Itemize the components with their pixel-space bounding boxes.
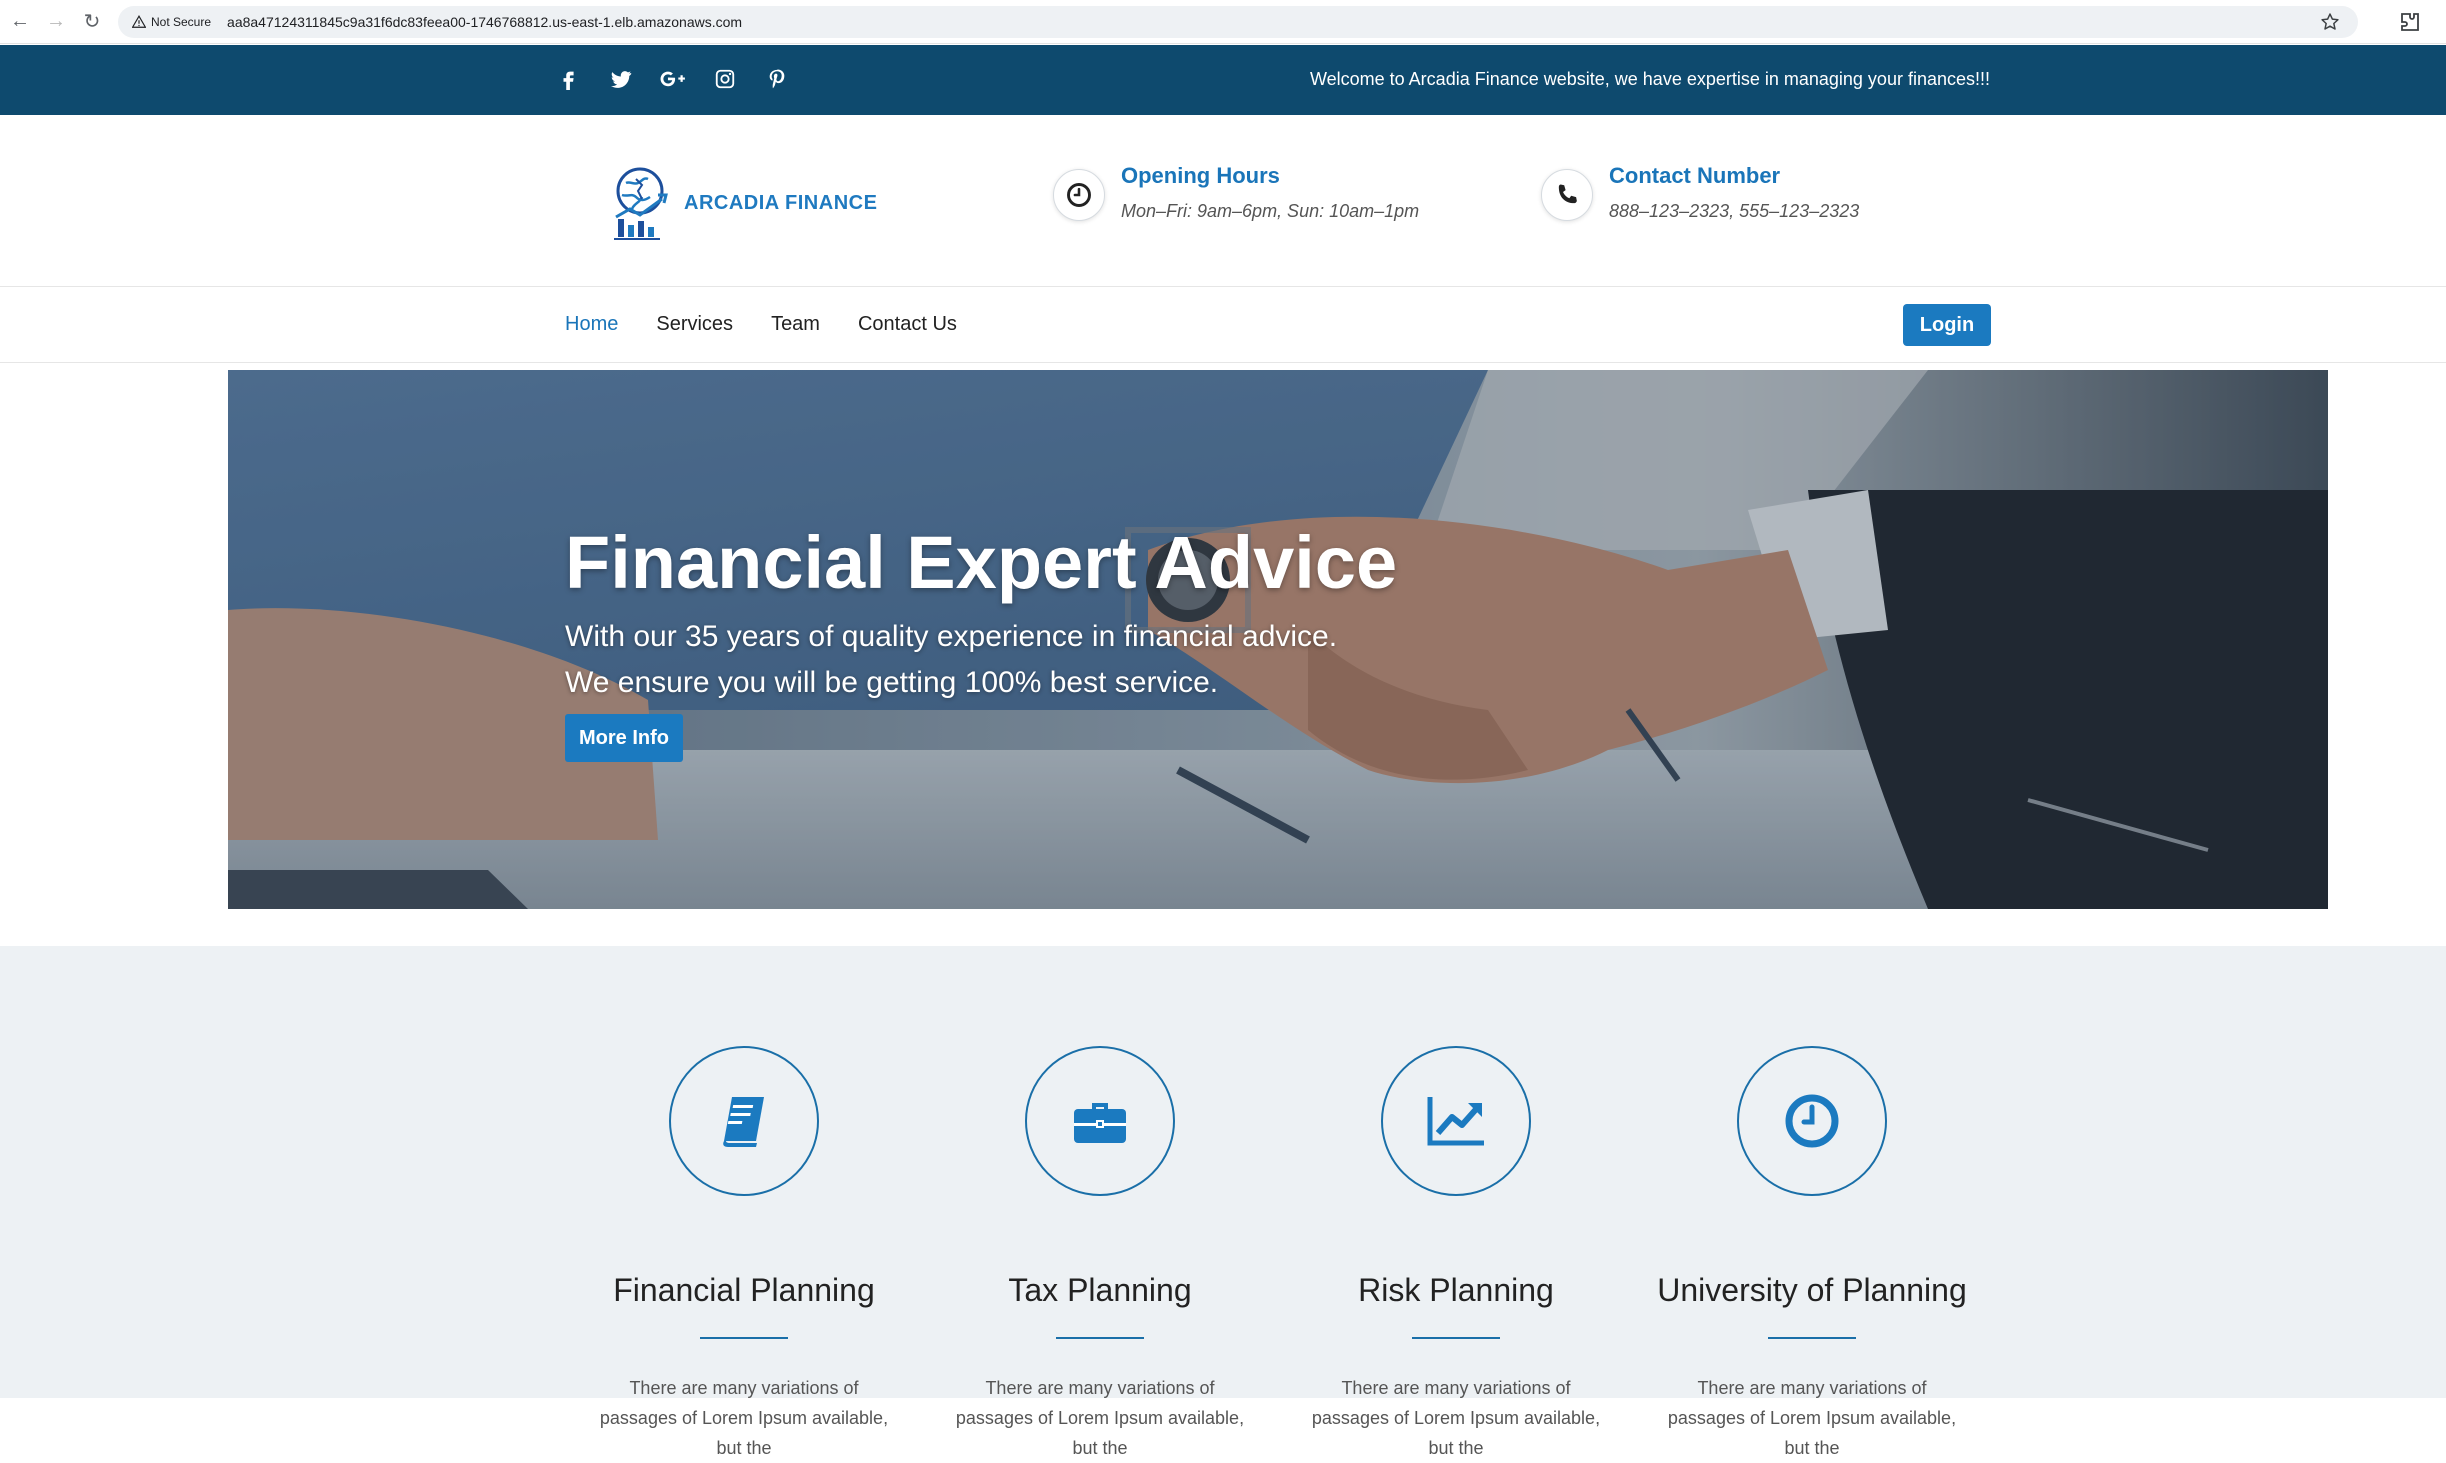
contact-number-block: Contact Number 888–123–2323, 555–123–232… [1541,163,1859,222]
browser-toolbar: ← → ↻ Not Secure aa8a47124311845c9a31f6d… [0,0,2446,44]
twitter-icon[interactable] [608,65,634,93]
opening-hours-value: Mon–Fri: 9am–6pm, Sun: 10am–1pm [1121,201,1420,221]
divider [1056,1337,1144,1339]
welcome-message: Welcome to Arcadia Finance website, we h… [1309,69,1990,89]
main-nav: Home Services Team Contact Us Login [0,287,2446,363]
instagram-icon[interactable] [712,65,738,93]
contact-number-title: Contact Number [1609,163,1781,188]
social-links [556,65,790,93]
logo-globe-icon [614,167,668,240]
nav-link-home[interactable]: Home [565,313,618,336]
forward-icon[interactable]: → [42,8,70,36]
warning-icon [132,15,146,28]
nav-link-team[interactable]: Team [771,313,820,336]
clock-icon [1737,1046,1887,1196]
divider [700,1337,788,1339]
site-logo[interactable]: ARCADIA FINANCE [610,165,877,241]
site-header: ARCADIA FINANCE Opening Hours Mon–Fri: 9… [0,115,2446,287]
more-info-button[interactable]: More Info [565,714,683,762]
top-social-bar: Welcome to Arcadia Finance website, we h… [0,45,2446,115]
service-description: There are many variations of passages of… [1667,1378,1957,1458]
services-section: Financial Planning There are many variat… [0,946,2446,1458]
briefcase-icon [1025,1046,1175,1196]
phone-icon [1541,169,1593,221]
address-bar[interactable]: Not Secure aa8a47124311845c9a31f6dc83fee… [118,6,2358,38]
service-description: There are many variations of passages of… [955,1378,1245,1458]
book-icon [669,1046,819,1196]
security-indicator[interactable]: Not Secure [132,15,211,29]
nav-link-contact-us[interactable]: Contact Us [858,313,957,336]
divider [1412,1337,1500,1339]
hero-banner: Financial Expert Advice With our 35 year… [228,370,2328,909]
service-title: University of Planning [1657,1272,1967,1308]
chart-line-icon [1381,1046,1531,1196]
google-plus-icon[interactable] [660,65,686,93]
hero-subtitle-line-1: With our 35 years of quality experience … [565,620,1338,653]
nav-link-services[interactable]: Services [656,313,733,336]
pinterest-icon[interactable] [764,65,790,93]
opening-hours-block: Opening Hours Mon–Fri: 9am–6pm, Sun: 10a… [1053,163,1419,222]
service-description: There are many variations of passages of… [599,1378,889,1458]
opening-hours-title: Opening Hours [1121,163,1280,188]
service-title: Risk Planning [1358,1272,1554,1308]
login-button[interactable]: Login [1903,304,1991,346]
extensions-icon[interactable] [2398,10,2422,34]
bookmark-star-icon[interactable] [2320,12,2340,32]
service-card-financial-planning[interactable]: Financial Planning There are many variat… [584,1046,904,1463]
service-card-tax-planning[interactable]: Tax Planning There are many variations o… [940,1046,1260,1463]
logo-text: ARCADIA FINANCE [684,191,878,214]
service-title: Tax Planning [1008,1272,1192,1308]
hero-title: Financial Expert Advice [565,521,1398,604]
reload-icon[interactable]: ↻ [78,8,106,36]
service-title: Financial Planning [613,1272,875,1308]
service-card-risk-planning[interactable]: Risk Planning There are many variations … [1296,1046,1616,1463]
back-icon[interactable]: ← [6,8,34,36]
contact-number-value: 888–123–2323, 555–123–2323 [1609,201,1860,221]
divider [1768,1337,1856,1339]
url-text[interactable]: aa8a47124311845c9a31f6dc83feea00-1746768… [227,14,742,30]
facebook-icon[interactable] [556,65,582,93]
security-label: Not Secure [151,15,212,29]
clock-icon [1053,169,1105,221]
hero-subtitle-line-2: We ensure you will be getting 100% best … [565,666,1219,699]
service-card-university-of-planning[interactable]: University of Planning There are many va… [1652,1046,1972,1463]
service-description: There are many variations of passages of… [1311,1378,1601,1458]
